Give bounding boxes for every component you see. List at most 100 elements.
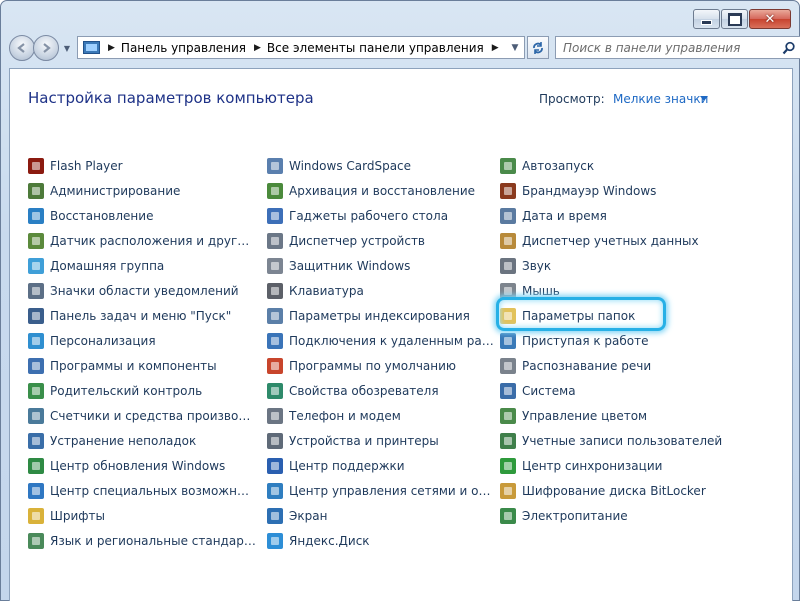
device-manager-icon xyxy=(267,232,283,249)
control-panel-item[interactable]: Яндекс.Диск xyxy=(267,528,497,553)
recent-pages-dropdown[interactable]: ▼ xyxy=(61,44,73,53)
control-panel-item-label: Экран xyxy=(289,508,328,523)
view-by-label: Просмотр: xyxy=(539,92,605,106)
close-button[interactable]: ✕ xyxy=(749,9,791,29)
control-panel-item[interactable]: Устранение неполадок xyxy=(28,428,256,453)
control-panel-item-label: Устранение неполадок xyxy=(50,433,197,448)
control-panel-item[interactable]: Центр обновления Windows xyxy=(28,453,256,478)
control-panel-item[interactable]: Центр специальных возможностей xyxy=(28,478,256,503)
forward-button[interactable] xyxy=(33,35,59,61)
control-panel-item-label: Параметры индексирования xyxy=(289,308,470,323)
control-panel-item[interactable]: Шрифты xyxy=(28,503,256,528)
search-input[interactable] xyxy=(556,37,778,58)
control-panel-item-label: Свойства обозревателя xyxy=(289,383,439,398)
troubleshooting-icon xyxy=(28,432,44,449)
control-panel-item[interactable]: Домашняя группа xyxy=(28,253,256,278)
control-panel-item[interactable]: Архивация и восстановление xyxy=(267,178,497,203)
view-by-dropdown[interactable]: Мелкие значки xyxy=(613,92,708,106)
control-panel-item[interactable]: Администрирование xyxy=(28,178,256,203)
control-panel-item[interactable]: Защитник Windows xyxy=(267,253,497,278)
control-panel-item-label: Телефон и модем xyxy=(289,408,401,423)
windows-firewall-icon xyxy=(500,182,516,199)
control-panel-item-label: Учетные записи пользователей xyxy=(522,433,723,448)
back-arrow-icon xyxy=(17,43,25,53)
bitlocker-icon xyxy=(500,482,516,499)
control-panel-item-label: Центр управления сетями и общи... xyxy=(289,483,497,498)
control-panel-item-label: Центр поддержки xyxy=(289,458,405,473)
control-panel-item[interactable]: Устройства и принтеры xyxy=(267,428,497,453)
control-panel-item[interactable]: Windows CardSpace xyxy=(267,153,497,178)
control-panel-item-label: Диспетчер учетных данных xyxy=(522,233,699,248)
control-panel-item[interactable]: Датчик расположения и другие дат... xyxy=(28,228,256,253)
control-panel-item[interactable]: Гаджеты рабочего стола xyxy=(267,203,497,228)
control-panel-item-label: Дата и время xyxy=(522,208,607,223)
notification-icons-icon xyxy=(28,282,44,299)
control-panel-item[interactable]: Центр поддержки xyxy=(267,453,497,478)
address-bar[interactable]: ▶ Панель управления ▶ Все элементы панел… xyxy=(77,36,525,59)
control-panel-item[interactable]: Язык и региональные стандарты xyxy=(28,528,256,553)
control-panel-item[interactable]: Восстановление xyxy=(28,203,256,228)
performance-icon xyxy=(28,407,44,424)
address-dropdown[interactable]: ▼ xyxy=(506,37,524,58)
control-panel-item-label: Датчик расположения и другие дат... xyxy=(50,233,256,248)
minimize-button[interactable] xyxy=(693,9,720,29)
control-panel-item-label: Приступая к работе xyxy=(522,333,649,348)
control-panel-item[interactable]: Шифрование диска BitLocker xyxy=(500,478,780,503)
control-panel-item-label: Параметры папок xyxy=(522,308,636,323)
control-panel-item[interactable]: Телефон и модем xyxy=(267,403,497,428)
breadcrumb-separator-icon[interactable]: ▶ xyxy=(254,43,261,53)
breadcrumb-separator-icon[interactable]: ▶ xyxy=(492,43,499,53)
control-panel-item[interactable]: Диспетчер учетных данных xyxy=(500,228,780,253)
keyboard-icon xyxy=(267,282,283,299)
speech-recognition-icon xyxy=(500,357,516,374)
control-panel-item[interactable]: Панель задач и меню "Пуск" xyxy=(28,303,256,328)
breadcrumb-separator-icon[interactable]: ▶ xyxy=(108,43,115,53)
ease-of-access-icon xyxy=(28,482,44,499)
control-panel-item[interactable]: Мышь xyxy=(500,278,780,303)
control-panel-item-label: Центр синхронизации xyxy=(522,458,663,473)
control-panel-item[interactable]: Свойства обозревателя xyxy=(267,378,497,403)
system-icon xyxy=(500,382,516,399)
control-panel-item[interactable]: Автозапуск xyxy=(500,153,780,178)
control-panel-item[interactable]: Дата и время xyxy=(500,203,780,228)
control-panel-item[interactable]: Система xyxy=(500,378,780,403)
control-panel-item-label: Центр обновления Windows xyxy=(50,458,226,473)
control-panel-item-label: Диспетчер устройств xyxy=(289,233,426,248)
control-panel-item[interactable]: Flash Player xyxy=(28,153,256,178)
refresh-button[interactable] xyxy=(527,36,549,59)
control-panel-item[interactable]: Счетчики и средства производител... xyxy=(28,403,256,428)
control-panel-item[interactable]: Центр синхронизации xyxy=(500,453,780,478)
control-panel-item[interactable]: Экран xyxy=(267,503,497,528)
control-panel-item[interactable]: Диспетчер устройств xyxy=(267,228,497,253)
remoteapp-icon xyxy=(267,332,283,349)
control-panel-item[interactable]: Клавиатура xyxy=(267,278,497,303)
control-panel-item[interactable]: Электропитание xyxy=(500,503,780,528)
internet-options-icon xyxy=(267,382,283,399)
control-panel-item-label: Программы и компоненты xyxy=(50,358,217,373)
control-panel-item[interactable]: Центр управления сетями и общи... xyxy=(267,478,497,503)
breadcrumb-all-items[interactable]: Все элементы панели управления xyxy=(267,41,484,55)
control-panel-item[interactable]: Программы и компоненты xyxy=(28,353,256,378)
control-panel-item[interactable]: Значки области уведомлений xyxy=(28,278,256,303)
control-panel-item[interactable]: Родительский контроль xyxy=(28,378,256,403)
breadcrumb-control-panel[interactable]: Панель управления xyxy=(121,41,246,55)
control-panel-item[interactable]: Брандмауэр Windows xyxy=(500,178,780,203)
back-button[interactable] xyxy=(9,35,35,61)
search-box[interactable] xyxy=(555,36,800,59)
control-panel-item[interactable]: Подключения к удаленным рабоч... xyxy=(267,328,497,353)
control-panel-item[interactable]: Распознавание речи xyxy=(500,353,780,378)
default-programs-icon xyxy=(267,357,283,374)
search-button[interactable] xyxy=(778,37,800,58)
control-panel-item[interactable]: Параметры папок xyxy=(500,303,780,328)
fonts-icon xyxy=(28,507,44,524)
control-panel-item[interactable]: Параметры индексирования xyxy=(267,303,497,328)
window-frame: ✕ ▼ ▶ Панель управления ▶ Все элементы п… xyxy=(0,0,800,601)
control-panel-item[interactable]: Приступая к работе xyxy=(500,328,780,353)
control-panel-item[interactable]: Программы по умолчанию xyxy=(267,353,497,378)
control-panel-item[interactable]: Звук xyxy=(500,253,780,278)
control-panel-item[interactable]: Персонализация xyxy=(28,328,256,353)
view-by-chevron-down-icon[interactable] xyxy=(700,96,708,101)
control-panel-item[interactable]: Управление цветом xyxy=(500,403,780,428)
maximize-button[interactable] xyxy=(721,9,748,29)
control-panel-item[interactable]: Учетные записи пользователей xyxy=(500,428,780,453)
